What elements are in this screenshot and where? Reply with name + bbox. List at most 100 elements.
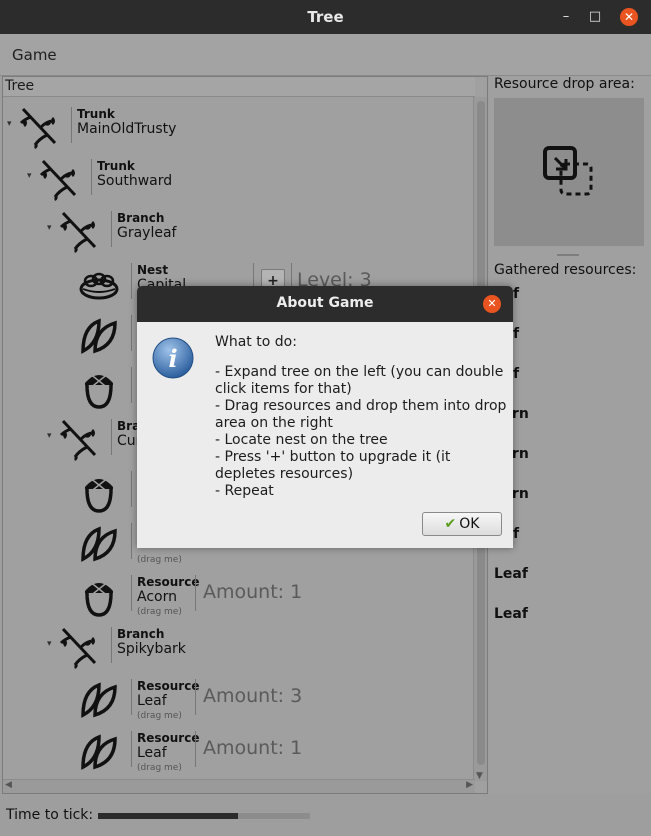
node-type-label: Resource: [137, 731, 200, 745]
node-type-label: Branch: [117, 211, 165, 225]
node-separator: [131, 315, 132, 351]
window-titlebar: Tree – □ ✕: [0, 0, 651, 34]
window-title: Tree: [307, 8, 344, 26]
gathered-resource-item: Leaf: [494, 606, 528, 622]
node-type-label: Branch: [117, 627, 165, 641]
leaf-icon: [77, 729, 121, 773]
acorn-icon: [77, 365, 121, 409]
drag-hint: (drag me): [137, 555, 182, 565]
dialog-step: - Press '+' button to upgrade it (it dep…: [215, 449, 451, 482]
scroll-right-arrow[interactable]: ▶: [466, 780, 473, 790]
info-icon: i: [152, 337, 194, 379]
node-name-label: Spikybark: [117, 641, 186, 657]
node-separator: [131, 679, 132, 715]
node-separator: [91, 159, 92, 195]
tree-row[interactable]: ▾ Trunk MainOldTrusty: [3, 101, 473, 153]
tree-row[interactable]: ▾ Trunk Southward: [3, 153, 473, 205]
dialog-step: - Locate nest on the tree: [215, 432, 388, 448]
node-name-label: Leaf: [137, 693, 167, 709]
node-separator: [111, 419, 112, 455]
drop-target-icon: [543, 146, 593, 196]
leaf-icon: [77, 677, 121, 721]
right-panel: Resource drop area: Gathered resources: …: [489, 76, 651, 794]
tree-row[interactable]: ▾ Branch Grayleaf: [3, 205, 473, 257]
node-type-label: Trunk: [97, 159, 135, 173]
minimize-button[interactable]: –: [557, 8, 575, 26]
node-separator: [131, 367, 132, 403]
node-separator: [131, 471, 132, 507]
tree-row[interactable]: Resource Leaf (drag me) Amount: 3: [3, 673, 473, 725]
expander-arrow-icon[interactable]: ▾: [47, 223, 52, 233]
branch-icon: [57, 209, 101, 253]
resource-amount-label: Amount: 3: [203, 685, 303, 707]
node-separator: [131, 575, 132, 611]
node-type-label: Trunk: [77, 107, 115, 121]
node-type-label: Resource: [137, 575, 200, 589]
node-separator: [195, 575, 196, 611]
tick-progress-fill: [98, 813, 238, 819]
node-separator: [131, 523, 132, 559]
node-name-label: Grayleaf: [117, 225, 177, 241]
scroll-left-arrow[interactable]: ◀: [5, 780, 12, 790]
dialog-step: - Drag resources and drop them into drop…: [215, 398, 507, 431]
node-separator: [131, 263, 132, 299]
node-separator: [111, 211, 112, 247]
expander-arrow-icon[interactable]: ▾: [27, 171, 32, 181]
dialog-step: - Expand tree on the left (you can doubl…: [215, 364, 504, 397]
dialog-title: About Game: [276, 295, 374, 311]
acorn-icon: [77, 573, 121, 617]
gathered-resource-item: Leaf: [494, 566, 528, 582]
branch-icon: [57, 625, 101, 669]
resource-amount-label: Amount: 1: [203, 581, 303, 603]
node-name-label: Acorn: [137, 589, 177, 605]
drag-hint: (drag me): [137, 763, 182, 773]
ok-button-label: OK: [459, 516, 480, 532]
expander-arrow-icon[interactable]: ▾: [7, 119, 12, 129]
tick-label: Time to tick:: [6, 807, 94, 823]
maximize-button[interactable]: □: [586, 8, 604, 26]
ok-button[interactable]: ✔ OK: [422, 512, 502, 536]
gathered-resources-label: Gathered resources:: [494, 262, 637, 278]
tree-row[interactable]: ▾ Branch Spikybark: [3, 621, 473, 673]
resource-amount-label: Amount: 1: [203, 737, 303, 759]
dialog-close-button[interactable]: ✕: [483, 295, 501, 313]
branch-icon: [17, 105, 61, 149]
scroll-down-arrow[interactable]: ▼: [476, 771, 483, 781]
dialog-heading: What to do:: [215, 334, 297, 350]
tick-progress-bar: [98, 813, 310, 819]
about-dialog: About Game ✕ i What to do: - Expand tree…: [137, 286, 513, 548]
resource-drop-area[interactable]: [494, 98, 644, 246]
acorn-icon: [77, 469, 121, 513]
drag-hint: (drag me): [137, 607, 182, 617]
expander-arrow-icon[interactable]: ▾: [47, 431, 52, 441]
menu-bar: Game: [0, 34, 651, 76]
tree-header-label: Tree: [5, 78, 35, 94]
panel-splitter[interactable]: [557, 254, 579, 256]
node-name-label: MainOldTrusty: [77, 121, 177, 137]
nest-icon: [77, 261, 121, 305]
dialog-step: - Repeat: [215, 483, 274, 499]
node-separator: [111, 627, 112, 663]
checkmark-icon: ✔: [444, 516, 457, 532]
node-separator: [131, 731, 132, 767]
node-type-label: Resource: [137, 679, 200, 693]
menu-game[interactable]: Game: [12, 46, 57, 64]
branch-icon: [57, 417, 101, 461]
tree-row[interactable]: Resource Acorn (drag me) Amount: 1: [3, 569, 473, 621]
svg-text:i: i: [168, 344, 177, 373]
dialog-titlebar: About Game ✕: [137, 286, 513, 322]
leaf-icon: [77, 313, 121, 357]
tree-row[interactable]: Resource Leaf (drag me) Amount: 1: [3, 725, 473, 777]
node-type-label: Nest: [137, 263, 169, 277]
branch-icon: [37, 157, 81, 201]
expander-arrow-icon[interactable]: ▾: [47, 639, 52, 649]
tree-horizontal-scrollbar[interactable]: ◀ ▶: [3, 779, 475, 793]
dialog-message: What to do: - Expand tree on the left (y…: [215, 334, 507, 500]
node-separator: [195, 731, 196, 767]
status-bar: Time to tick:: [0, 796, 651, 836]
drop-area-label: Resource drop area:: [494, 76, 635, 92]
leaf-icon: [77, 521, 121, 565]
drag-hint: (drag me): [137, 711, 182, 721]
node-name-label: Leaf: [137, 745, 167, 761]
close-button[interactable]: ✕: [620, 8, 638, 26]
